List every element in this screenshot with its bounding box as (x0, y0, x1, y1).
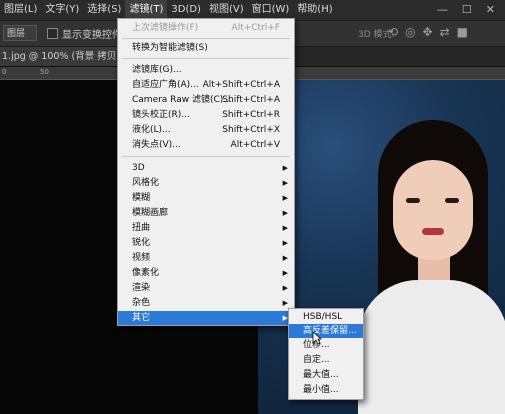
camera-icon[interactable]: ■ (457, 25, 468, 39)
menu-item-shortcut: Alt+Ctrl+F (231, 23, 280, 33)
menu-item-label: 自定... (303, 355, 330, 365)
ruler-tick: 0 (2, 68, 7, 76)
adaptive-wide-angle-item[interactable]: 自适应广角(A)... Alt+Shift+Ctrl+A (118, 78, 294, 92)
menu-separator (122, 58, 290, 59)
maximum-item[interactable]: 最大值... (289, 368, 363, 382)
menu-item-label: 杂色 (132, 298, 151, 308)
minimum-item[interactable]: 最小值... (289, 383, 363, 397)
ruler-tick: 50 (40, 68, 49, 76)
orbit-icon[interactable]: ⟲ (388, 25, 398, 39)
close-icon[interactable]: ✕ (486, 3, 495, 16)
menu-view[interactable]: 视图(V) (205, 0, 248, 20)
maximize-icon[interactable]: ☐ (462, 3, 472, 16)
window-controls: — ☐ ✕ (437, 3, 495, 16)
menu-item-label: 上次滤镜操作(F) (132, 23, 199, 33)
menu-filter[interactable]: 滤镜(T) (125, 0, 168, 20)
show-transform-controls[interactable]: 显示变换控件 (47, 26, 122, 41)
auto-select-dropdown[interactable]: 图层 (3, 25, 37, 41)
menu-item-label: 渲染 (132, 283, 151, 293)
left-eye (406, 198, 420, 203)
menu-item-label: HSB/HSL (303, 312, 343, 322)
menu-item-label: 转换为智能滤镜(S) (132, 43, 208, 53)
lens-correction-item[interactable]: 镜头校正(R)... Shift+Ctrl+R (118, 108, 294, 122)
menu-item-label: 模糊 (132, 193, 151, 203)
menu-separator (122, 156, 290, 157)
submenu-arrow-icon: ▶ (282, 179, 288, 187)
liquify-item[interactable]: 液化(L)... Shift+Ctrl+X (118, 123, 294, 137)
menu-item-label: 消失点(V)... (132, 140, 181, 150)
menu-item-label: 最大值... (303, 370, 339, 380)
filter-menu: 上次滤镜操作(F) Alt+Ctrl+F 转换为智能滤镜(S) 滤镜库(G)..… (117, 18, 295, 326)
3d-mode-icons: ⟲ ◎ ✥ ⇄ ■ (388, 25, 468, 39)
submenu-arrow-icon: ▶ (282, 269, 288, 277)
stylize-item[interactable]: 风格化 ▶ (118, 176, 294, 190)
submenu-arrow-icon: ▶ (282, 284, 288, 292)
menu-item-shortcut: Shift+Ctrl+R (222, 110, 280, 120)
menu-item-label: 镜头校正(R)... (132, 110, 190, 120)
submenu-arrow-icon: ▶ (282, 164, 288, 172)
custom-item[interactable]: 自定... (289, 353, 363, 367)
pan-icon[interactable]: ✥ (423, 25, 433, 39)
other-submenu: HSB/HSL 高反差保留... 位移... 自定... 最大值... 最小值.… (288, 308, 364, 400)
other-item[interactable]: 其它 ▶ (118, 311, 294, 325)
pixelate-item[interactable]: 像素化 ▶ (118, 266, 294, 280)
menu-item-label: 其它 (132, 313, 151, 323)
menu-3d[interactable]: 3D(D) (167, 0, 205, 20)
last-filter-item[interactable]: 上次滤镜操作(F) Alt+Ctrl+F (118, 21, 294, 35)
menu-item-label: 3D (132, 163, 145, 173)
menu-item-label: 锐化 (132, 238, 151, 248)
blur-gallery-item[interactable]: 模糊画廊 ▶ (118, 206, 294, 220)
high-pass-item[interactable]: 高反差保留... (289, 324, 363, 338)
slide-icon[interactable]: ⇄ (440, 25, 450, 39)
submenu-arrow-icon: ▶ (282, 224, 288, 232)
menu-separator (122, 38, 290, 39)
mouse-pointer-icon (312, 331, 322, 345)
right-eye (445, 198, 459, 203)
menu-item-label: 滤镜库(G)... (132, 65, 182, 75)
menu-select[interactable]: 选择(S) (83, 0, 125, 20)
camera-raw-item[interactable]: Camera Raw 滤镜(C)... Shift+Ctrl+A (118, 93, 294, 107)
noise-item[interactable]: 杂色 ▶ (118, 296, 294, 310)
show-transform-checkbox[interactable] (47, 28, 58, 39)
filter-3d-item[interactable]: 3D ▶ (118, 161, 294, 175)
menu-item-shortcut: Shift+Ctrl+X (222, 125, 280, 135)
menu-item-label: 扭曲 (132, 223, 151, 233)
minimize-icon[interactable]: — (437, 3, 448, 16)
menu-item-shortcut: Alt+Ctrl+V (230, 140, 280, 150)
face (393, 160, 473, 260)
sharpen-item[interactable]: 锐化 ▶ (118, 236, 294, 250)
render-item[interactable]: 渲染 ▶ (118, 281, 294, 295)
convert-smart-filter-item[interactable]: 转换为智能滤镜(S) (118, 41, 294, 55)
filter-gallery-item[interactable]: 滤镜库(G)... (118, 63, 294, 77)
menu-layer[interactable]: 图层(L) (0, 0, 41, 20)
menu-window[interactable]: 窗口(W) (248, 0, 294, 20)
blur-item[interactable]: 模糊 ▶ (118, 191, 294, 205)
menu-help[interactable]: 帮助(H) (293, 0, 336, 20)
white-top (358, 280, 505, 414)
vanishing-point-item[interactable]: 消失点(V)... Alt+Ctrl+V (118, 138, 294, 152)
menu-item-label: 自适应广角(A)... (132, 80, 199, 90)
menu-item-shortcut: Shift+Ctrl+A (222, 95, 280, 105)
distort-item[interactable]: 扭曲 ▶ (118, 221, 294, 235)
menu-type[interactable]: 文字(Y) (41, 0, 83, 20)
video-item[interactable]: 视频 ▶ (118, 251, 294, 265)
hsb-hsl-item[interactable]: HSB/HSL (289, 310, 363, 324)
menu-item-label: 最小值... (303, 385, 339, 395)
lips (422, 228, 444, 235)
menu-item-label: 像素化 (132, 268, 160, 278)
submenu-arrow-icon: ▶ (282, 239, 288, 247)
menu-item-label: 风格化 (132, 178, 160, 188)
offset-item[interactable]: 位移... (289, 338, 363, 352)
submenu-arrow-icon: ▶ (282, 209, 288, 217)
submenu-arrow-icon: ▶ (282, 194, 288, 202)
menu-item-label: 模糊画廊 (132, 208, 169, 218)
roll-icon[interactable]: ◎ (405, 25, 415, 39)
menu-item-shortcut: Alt+Shift+Ctrl+A (202, 80, 280, 90)
submenu-arrow-icon: ▶ (282, 254, 288, 262)
menu-item-label: 液化(L)... (132, 125, 171, 135)
show-transform-label: 显示变换控件 (62, 30, 122, 41)
menu-item-label: 视频 (132, 253, 151, 263)
menu-item-label: Camera Raw 滤镜(C)... (132, 95, 232, 105)
